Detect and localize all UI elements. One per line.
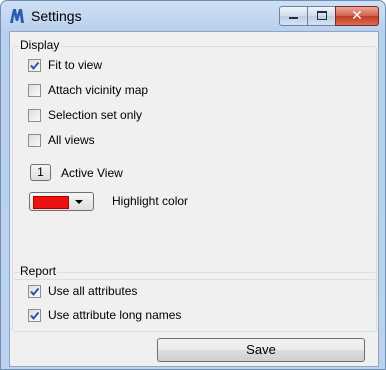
attach-vicinity-map-option[interactable]: Attach vicinity map — [28, 82, 148, 98]
all-views-label: All views — [48, 133, 95, 147]
active-view-label: Active View — [61, 166, 123, 180]
all-views-checkbox[interactable] — [28, 133, 41, 147]
window-title: Settings — [31, 8, 82, 24]
all-views-option[interactable]: All views — [28, 132, 95, 148]
settings-window: Settings ✕ Display Fit to view Attach vi… — [0, 0, 386, 370]
fit-to-view-option[interactable]: Fit to view — [28, 57, 102, 73]
use-attribute-long-names-option[interactable]: Use attribute long names — [28, 307, 181, 323]
use-all-attributes-option[interactable]: Use all attributes — [28, 283, 137, 299]
maximize-icon — [317, 11, 327, 20]
minimize-icon — [289, 17, 298, 19]
highlight-color-swatch — [33, 196, 69, 209]
settings-panel: Display Fit to view Attach vicinity map … — [9, 31, 379, 367]
maximize-button[interactable] — [307, 6, 336, 26]
attach-vicinity-map-checkbox[interactable] — [28, 83, 41, 97]
title-bar[interactable]: Settings ✕ — [1, 1, 385, 31]
checkmark-icon — [30, 61, 40, 70]
fit-to-view-checkbox[interactable] — [28, 58, 41, 72]
fit-to-view-label: Fit to view — [48, 58, 103, 72]
close-button[interactable]: ✕ — [335, 6, 379, 26]
window-controls: ✕ — [279, 6, 379, 26]
display-group-label: Display — [19, 38, 61, 52]
attach-vicinity-map-label: Attach vicinity map — [48, 83, 149, 97]
selection-set-only-label: Selection set only — [48, 108, 143, 122]
close-icon: ✕ — [351, 8, 363, 24]
report-group-label: Report — [19, 264, 58, 278]
checkmark-icon — [30, 311, 40, 320]
highlight-color-picker[interactable] — [29, 192, 94, 211]
report-group: Report Use all attributes Use attribute … — [12, 264, 377, 332]
chevron-down-icon — [75, 200, 83, 204]
use-all-attributes-label: Use all attributes — [48, 284, 138, 298]
save-button[interactable]: Save — [157, 338, 365, 362]
selection-set-only-checkbox[interactable] — [28, 108, 41, 122]
selection-set-only-option[interactable]: Selection set only — [28, 107, 142, 123]
use-all-attributes-checkbox[interactable] — [28, 284, 41, 298]
active-view-spinner[interactable]: 1 — [30, 164, 51, 181]
use-attribute-long-names-label: Use attribute long names — [48, 308, 182, 322]
checkmark-icon — [30, 287, 40, 296]
use-attribute-long-names-checkbox[interactable] — [28, 308, 41, 322]
highlight-color-label: Highlight color — [112, 194, 189, 208]
app-logo-icon — [10, 9, 24, 23]
minimize-button[interactable] — [279, 6, 308, 26]
display-group: Display Fit to view Attach vicinity map … — [12, 38, 377, 280]
